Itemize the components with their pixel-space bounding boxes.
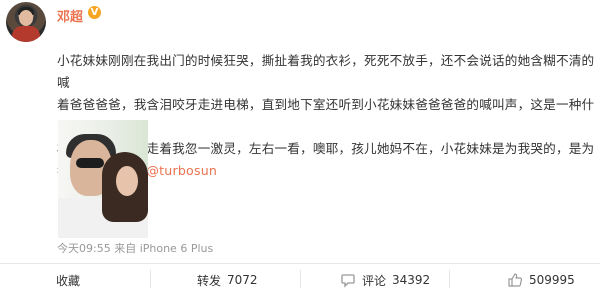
post-photo[interactable] (58, 120, 148, 238)
favorite-button[interactable]: 收藏 (56, 269, 80, 291)
photo-girl-face (116, 166, 138, 196)
comment-count: 34392 (392, 273, 431, 287)
avatar-face (19, 10, 33, 26)
comment-icon (341, 274, 355, 288)
comment-button[interactable]: 评论 34392 (340, 269, 430, 291)
user-name[interactable]: 邓超 (57, 6, 83, 25)
avatar[interactable] (6, 2, 46, 42)
mention-link[interactable]: @turbosun (146, 163, 217, 178)
actions-separator (449, 270, 450, 288)
like-count: 509995 (529, 273, 575, 287)
repost-count: 7072 (227, 273, 258, 287)
thumbs-up-icon (508, 273, 523, 287)
comment-label: 评论 (362, 273, 387, 288)
actions-separator (300, 270, 301, 288)
favorite-label: 收藏 (56, 273, 81, 288)
photo-sunglasses (76, 158, 104, 168)
actions-divider (0, 263, 600, 264)
weibo-post-card: 邓超 V 小花妹妹刚刚在我出门的时候狂哭，撕扯着我的衣衫，死死不放手，还不会说话… (0, 0, 600, 299)
vip-badge-icon: V (88, 6, 101, 19)
actions-separator (150, 270, 151, 288)
like-button[interactable]: 509995 (507, 269, 575, 291)
avatar-shirt (12, 26, 40, 42)
repost-button[interactable]: 转发 7072 (197, 269, 258, 291)
repost-label: 转发 (197, 273, 222, 288)
post-meta: 今天09:55 来自 iPhone 6 Plus (57, 242, 214, 255)
